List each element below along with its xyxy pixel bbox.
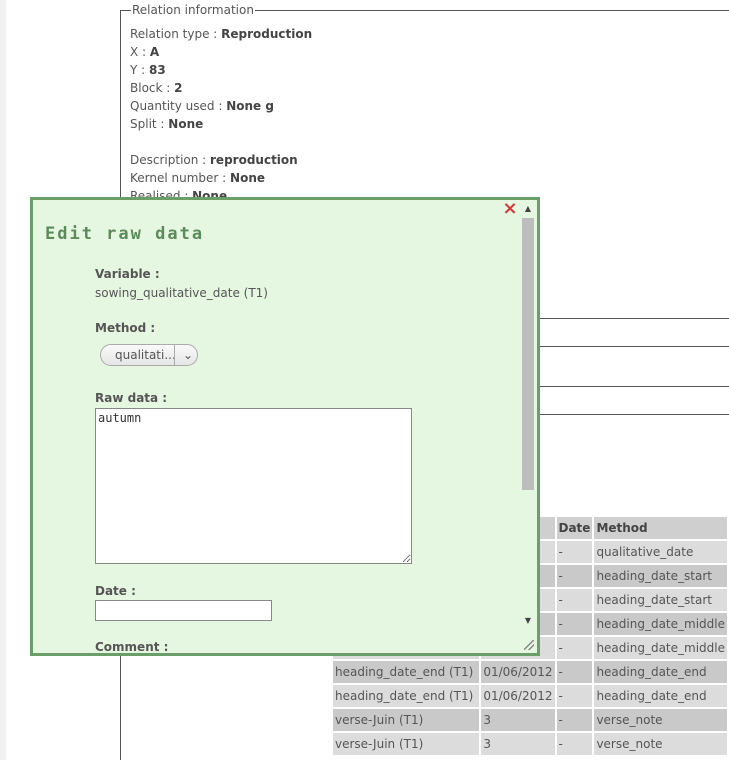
section-divider — [538, 414, 729, 415]
split-value: None — [168, 117, 204, 131]
date-label: Date : — [95, 584, 136, 598]
y-row: Y : 83 — [130, 63, 166, 77]
dialog-content: Edit raw data Variable : sowing_qualitat… — [33, 200, 517, 653]
split-row: Split : None — [130, 117, 204, 131]
section-divider — [538, 346, 729, 347]
variable-value: sowing_qualitative_date (T1) — [95, 286, 268, 300]
relation-info: Relation type : Reproduction X : A Y : 8… — [130, 25, 312, 205]
relation-type-value: Reproduction — [221, 27, 313, 41]
description-value: reproduction — [210, 153, 298, 167]
table-row[interactable]: heading_date_end (T1) 01/06/2012- heading_… — [333, 685, 727, 707]
block-value: 2 — [174, 81, 183, 95]
edit-raw-data-dialog[interactable]: Edit raw data Variable : sowing_qualitat… — [30, 197, 540, 656]
dialog-scrollbar[interactable]: ▲ ▼ — [520, 202, 536, 628]
select-divider — [174, 345, 175, 365]
method-label: Method : — [95, 321, 156, 335]
resize-grip-icon[interactable] — [524, 640, 534, 650]
kernel-row: Kernel number : None — [130, 171, 265, 185]
table-row[interactable]: verse-Juin (T1) 3- verse_note — [333, 733, 727, 755]
quantity-value: None g — [226, 99, 274, 113]
header-method: Method — [594, 517, 727, 539]
scrollbar-thumb[interactable] — [522, 218, 534, 490]
scroll-down-icon[interactable]: ▼ — [520, 614, 536, 628]
close-icon[interactable]: × — [502, 200, 518, 218]
raw-data-textarea[interactable]: autumn — [95, 408, 412, 564]
y-value: 83 — [149, 63, 166, 77]
scroll-up-icon[interactable]: ▲ — [520, 202, 536, 216]
scrollbar-track[interactable] — [522, 218, 534, 598]
raw-data-label: Raw data : — [95, 391, 168, 405]
method-select[interactable]: qualitati... ⌄ — [100, 344, 198, 366]
table-row[interactable]: verse-Juin (T1) 3- verse_note — [333, 709, 727, 731]
section-divider — [538, 386, 729, 387]
x-value: A — [149, 45, 160, 59]
x-row: X : A — [130, 45, 160, 59]
method-selected-value: qualitati... — [115, 348, 176, 362]
variable-label: Variable : — [95, 267, 160, 281]
dialog-title: Edit raw data — [45, 224, 205, 244]
chevron-down-icon[interactable]: ⌄ — [180, 346, 196, 364]
relation-type-row: Relation type : Reproduction — [130, 27, 313, 41]
quantity-row: Quantity used : None g — [130, 99, 274, 113]
header-date: Date — [556, 517, 593, 539]
description-row: Description : reproduction — [130, 153, 298, 167]
date-input[interactable] — [95, 600, 272, 621]
fieldset-legend: Relation information — [131, 3, 255, 17]
section-divider — [538, 318, 729, 319]
kernel-value: None — [230, 171, 265, 185]
block-row: Block : 2 — [130, 81, 183, 95]
table-row[interactable]: heading_date_end (T1) 01/06/2012- heading_… — [333, 661, 727, 683]
comment-label: Comment : — [95, 640, 169, 654]
